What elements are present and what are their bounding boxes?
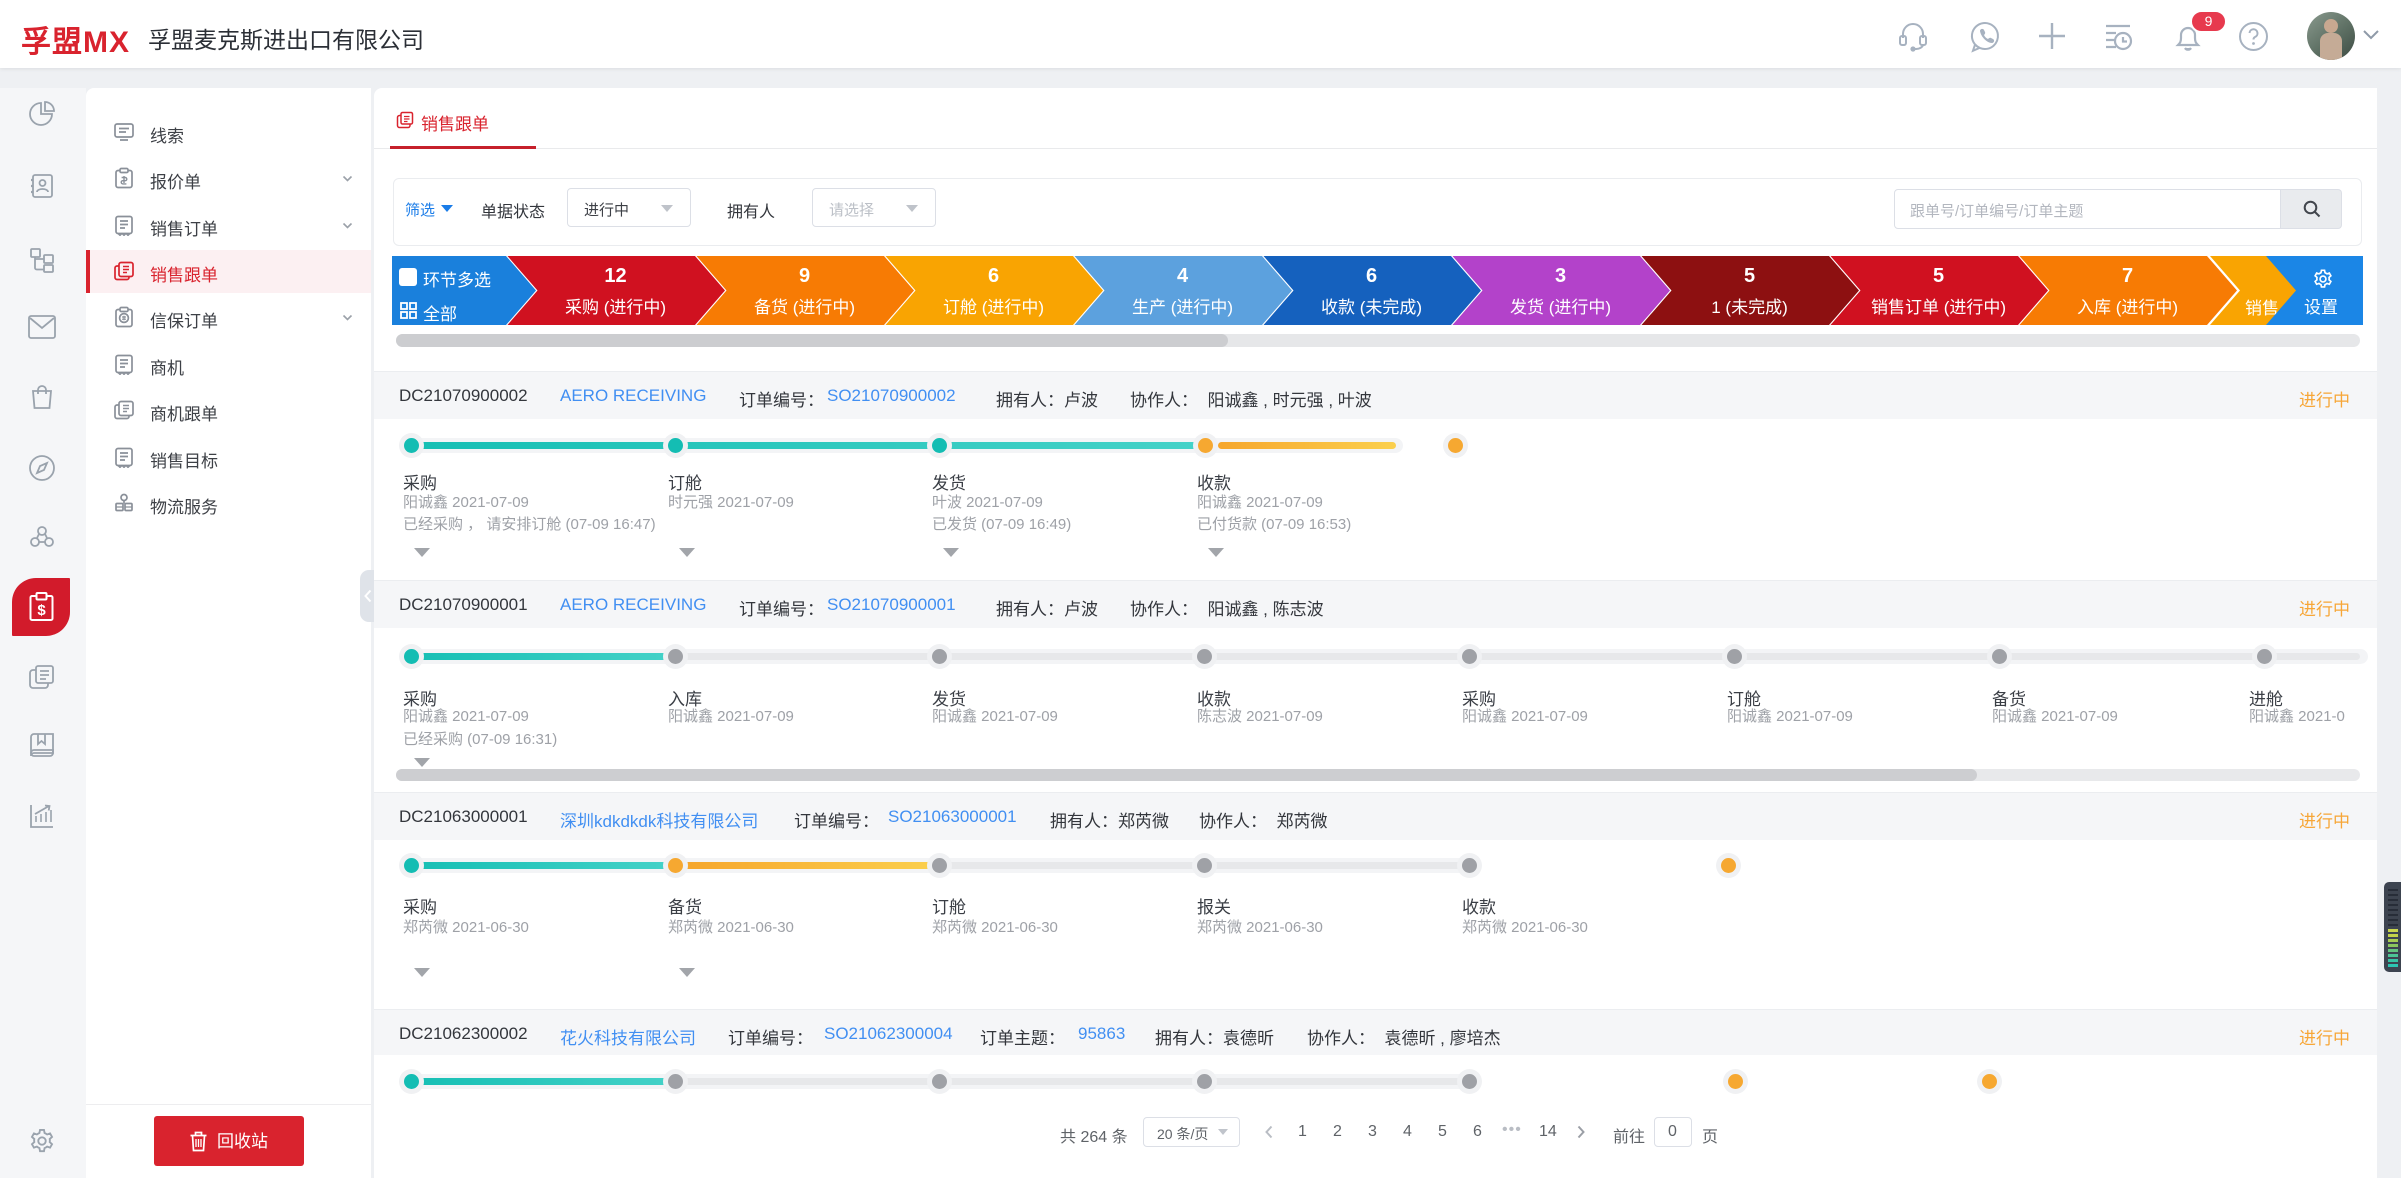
svg-text:$: $ bbox=[37, 602, 46, 619]
